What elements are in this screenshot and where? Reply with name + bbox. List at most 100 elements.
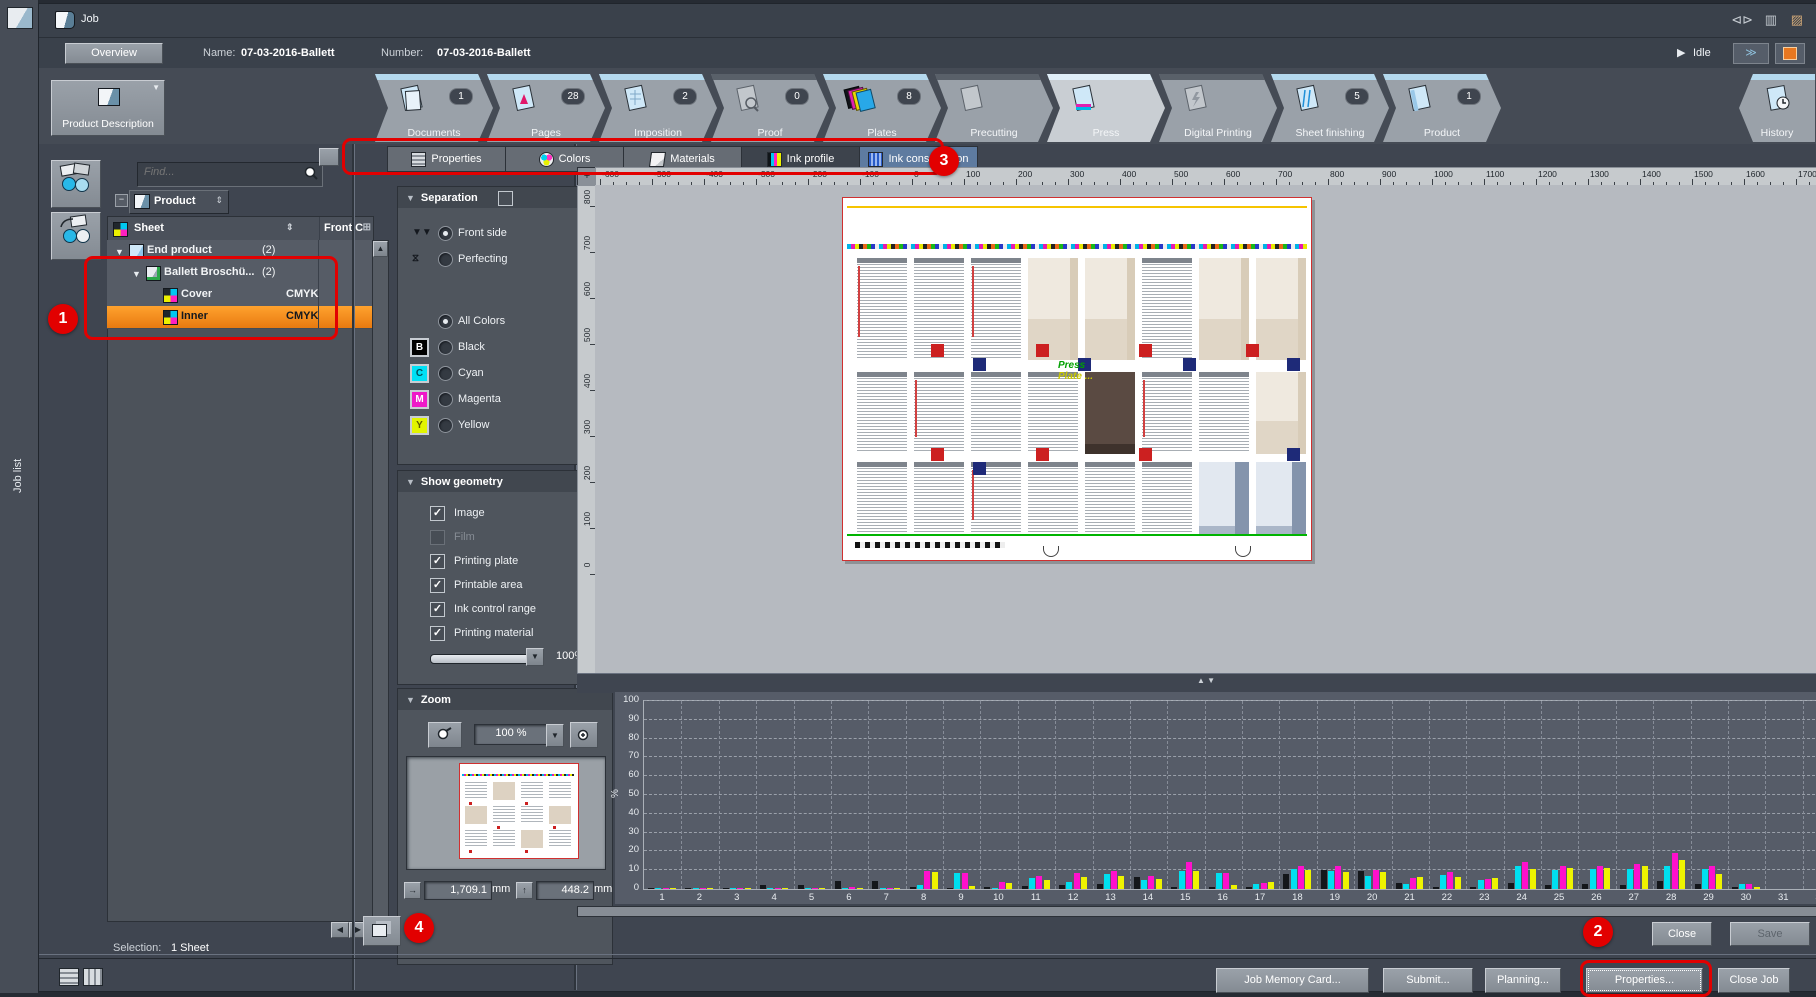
zoom-tool-button[interactable] (428, 722, 462, 748)
color-label: Cyan (458, 367, 484, 379)
chart-y-tick-label: 60 (615, 769, 639, 780)
tree-row-inner[interactable]: InnerCMYK (107, 306, 372, 329)
checkbox-printing-plate[interactable]: ✓ (430, 554, 445, 569)
product-description-button[interactable]: ▼ Product Description (51, 80, 165, 136)
ink-bar-magenta (1186, 862, 1192, 889)
scope-dropdown[interactable]: Product ⇕ (129, 190, 229, 214)
save-button[interactable]: Save (1730, 922, 1810, 946)
list-view-icon[interactable] (59, 968, 79, 986)
workflow-step-digital-printing[interactable]: Digital Printing (1159, 74, 1277, 142)
radio-cyan[interactable] (438, 366, 453, 381)
ink-bar-yellow (932, 872, 938, 889)
zoom-value-field[interactable]: 100 % (474, 724, 548, 745)
section-collapse-icon[interactable]: ▼ (406, 193, 415, 203)
columns-icon[interactable]: ▥ (1765, 12, 1777, 28)
checkbox-printable-area[interactable]: ✓ (430, 578, 445, 593)
press-sheet[interactable]: PressPlate ... (842, 197, 1312, 561)
grid-view-icon[interactable] (83, 968, 103, 986)
thumb-page (521, 830, 543, 848)
radio-black[interactable] (438, 340, 453, 355)
job-list-tab[interactable]: Job list (12, 429, 24, 493)
radio-magenta[interactable] (438, 392, 453, 407)
column-sort-icon[interactable]: ⇕ (286, 222, 294, 233)
checkbox-ink-control-range[interactable]: ✓ (430, 602, 445, 617)
step-progress-strip (1159, 74, 1277, 80)
workflow-step-proof[interactable]: 0Proof (711, 74, 829, 142)
workflow-step-product[interactable]: 1Product (1383, 74, 1501, 142)
cascade-icon[interactable]: ▨ (1791, 12, 1803, 28)
h-ruler-label: 400 (1122, 169, 1136, 179)
submit-button[interactable]: Submit... (1383, 968, 1473, 993)
tab-properties[interactable]: Properties (387, 146, 506, 172)
ink-bar-yellow (1305, 870, 1311, 889)
sheet-view-button[interactable] (51, 160, 101, 208)
workflow-step-plates[interactable]: 8Plates (823, 74, 941, 142)
overview-button[interactable]: Overview (65, 43, 163, 64)
opacity-slider-thumb[interactable]: ▼ (526, 648, 544, 666)
chart-x-tick-label: 18 (1278, 892, 1316, 903)
checkbox-film[interactable]: ✓ (430, 530, 445, 545)
register-mark-blue (1287, 358, 1300, 371)
plate-width-field[interactable]: 1,709.1 (424, 881, 492, 900)
search-icon[interactable] (303, 165, 319, 181)
ink-bar-cyan (992, 888, 998, 889)
section-collapse-icon[interactable]: ▼ (406, 695, 415, 705)
annotation-circle-3: 3 (929, 146, 959, 176)
tree-row-ballett-brosch-[interactable]: ▼Ballett Broschü...(2) (107, 262, 372, 285)
expand-icon[interactable]: ▼ (115, 247, 124, 257)
properties-button[interactable]: Properties... (1586, 968, 1703, 993)
workflow-step-pages[interactable]: 28Pages (487, 74, 605, 142)
scroll-left-icon[interactable]: ◀ (331, 922, 349, 938)
expand-icon[interactable]: ▼ (132, 269, 141, 279)
zoom-dropdown-icon[interactable]: ▼ (546, 724, 564, 747)
pages-panel-button[interactable] (363, 916, 401, 946)
zoom-fit-button[interactable] (570, 722, 598, 748)
checkbox-printing-material[interactable]: ✓ (430, 626, 445, 641)
run-button[interactable]: ≫ (1733, 43, 1769, 64)
v-ruler-label: 0 (582, 550, 592, 580)
chart-gridline (980, 701, 981, 889)
planning-button[interactable]: Planning... (1485, 968, 1561, 993)
workflow-step-imposition[interactable]: 2Imposition (599, 74, 717, 142)
workflow-step-press[interactable]: Press (1047, 74, 1165, 142)
job-memory-card-button[interactable]: Job Memory Card... (1216, 968, 1369, 993)
press-sheet-canvas[interactable]: PressPlate ... (595, 185, 1816, 673)
scheme-view-button[interactable] (51, 212, 101, 260)
plate-height-field[interactable]: 448.2 (536, 881, 594, 900)
split-view-icon[interactable]: ⊲⊳ (1731, 12, 1753, 28)
tree-row-cover[interactable]: CoverCMYK (107, 284, 372, 307)
application-icon[interactable] (7, 7, 33, 29)
splitter-handle-icon[interactable]: ▲ ▼ (1197, 676, 1215, 685)
panel-menu-button[interactable] (319, 148, 339, 166)
column-config-icon[interactable]: ⊞ (363, 222, 371, 233)
opacity-slider[interactable] (430, 654, 536, 664)
workflow-step-sheet-finishing[interactable]: 5Sheet finishing (1271, 74, 1389, 142)
tree-scrollbar[interactable]: ▲ (372, 240, 389, 922)
radio-perfecting[interactable] (438, 252, 453, 267)
close-button[interactable]: Close (1652, 922, 1712, 946)
sheet-table-header[interactable]: Sheet ⇕ Front C ⊞ (107, 216, 374, 242)
splitter-tree-props[interactable] (352, 144, 355, 990)
stop-button[interactable] (1775, 43, 1805, 64)
radio-all-colors[interactable] (438, 314, 453, 329)
close-job-button[interactable]: Close Job (1718, 968, 1790, 993)
scroll-up-icon[interactable]: ▲ (373, 241, 388, 257)
workflow-step-history[interactable]: History (1739, 74, 1815, 142)
find-input[interactable] (142, 165, 296, 179)
separation-checkbox[interactable] (498, 191, 513, 206)
viewer-chart-splitter[interactable]: ▲ ▼ (577, 673, 1816, 693)
workflow-step-precutting[interactable]: Precutting (935, 74, 1053, 142)
zoom-title: Zoom (421, 694, 451, 706)
section-collapse-icon[interactable]: ▼ (406, 477, 415, 487)
chart-scrollbar[interactable] (577, 906, 1816, 917)
navigator-thumbnail[interactable] (406, 756, 606, 870)
workflow-step-documents[interactable]: 1Documents (375, 74, 493, 142)
radio-front-side[interactable] (438, 226, 453, 241)
register-mark-blue (973, 358, 986, 371)
column-divider[interactable] (319, 217, 320, 241)
checkbox-image[interactable]: ✓ (430, 506, 445, 521)
step-label: Sheet finishing (1271, 127, 1389, 139)
tree-row-end-product[interactable]: ▼End product(2) (107, 240, 372, 263)
radio-yellow[interactable] (438, 418, 453, 433)
collapse-all-icon[interactable]: − (115, 194, 128, 207)
